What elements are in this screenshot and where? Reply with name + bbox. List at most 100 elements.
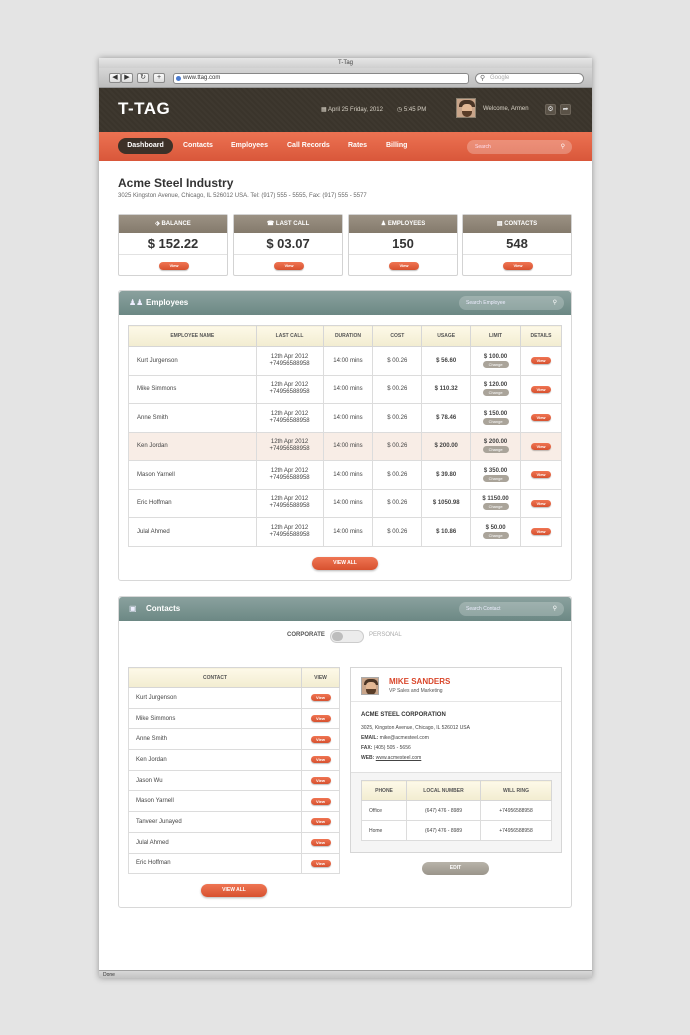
view-details-button[interactable]: View [531, 414, 552, 422]
view-contact-button[interactable]: View [310, 715, 331, 723]
change-limit-button[interactable]: Change [482, 446, 509, 454]
employee-name[interactable]: Ken Jordan [128, 431, 257, 461]
employee-name[interactable]: Kurt Jurgenson [128, 346, 257, 376]
change-limit-button[interactable]: Change [482, 417, 509, 425]
stat-contacts-view-button[interactable]: View [503, 262, 533, 270]
contacts-view-all-button[interactable]: VIEW ALL [201, 884, 267, 897]
change-limit-button[interactable]: Change [482, 531, 509, 539]
contact-web-link[interactable]: www.acmesteel.com [376, 755, 422, 761]
table-row[interactable]: Ken Jordan 12th Apr 2012 +74956588958 14:00… [128, 431, 562, 461]
view-contact-button[interactable]: View [310, 859, 331, 867]
contact-email[interactable]: mike@acmesteel.com [380, 735, 429, 741]
status-bar: Done [99, 970, 592, 978]
view-contact-button[interactable]: View [310, 839, 331, 847]
list-item[interactable]: Tanveer Junayed View [128, 811, 340, 833]
browser-search-input[interactable]: ⚲ Google [475, 73, 584, 84]
app-logo[interactable]: T-TAG [118, 99, 170, 119]
contact-name-cell[interactable]: Mason Yarnell [128, 790, 302, 813]
toggle-knob[interactable] [332, 632, 343, 641]
col-view[interactable]: VIEW [301, 667, 340, 688]
list-item[interactable]: Eric Hoffman View [128, 852, 340, 875]
stat-balance-view-button[interactable]: View [159, 262, 189, 270]
time-display: ◷ 5:45 PM [397, 106, 426, 113]
employee-name[interactable]: Anne Smith [128, 403, 257, 433]
employee-name[interactable]: Mike Simmons [128, 374, 257, 404]
contact-name-cell[interactable]: Mike Simmons [128, 707, 302, 730]
change-limit-button[interactable]: Change [482, 474, 509, 482]
col-cost[interactable]: COST [372, 325, 423, 347]
employees-view-all-button[interactable]: VIEW ALL [312, 557, 378, 570]
change-limit-button[interactable]: Change [482, 389, 509, 397]
contact-name-cell[interactable]: Kurt Jurgenson [128, 687, 302, 709]
view-details-button[interactable]: View [531, 357, 552, 365]
list-item[interactable]: Kurt Jurgenson View [128, 687, 340, 709]
view-details-button[interactable]: View [531, 442, 552, 450]
col-details[interactable]: DETAILS [520, 325, 562, 347]
col-last-call[interactable]: LAST CALL [255, 325, 324, 347]
employee-search-input[interactable]: Search Employee ⚲ [459, 296, 564, 310]
contact-name-cell[interactable]: Eric Hoffman [128, 852, 302, 875]
contact-photo [361, 677, 379, 695]
table-row[interactable]: Julal Ahmed 12th Apr 2012 +74956588958 14:0… [128, 517, 562, 547]
view-contact-button[interactable]: View [310, 797, 331, 805]
nav-billing[interactable]: Billing [386, 142, 407, 149]
forward-icon[interactable]: ▶ [121, 73, 133, 83]
list-item[interactable]: Julal Ahmed View [128, 831, 340, 854]
view-contact-button[interactable]: View [310, 777, 331, 785]
col-limit[interactable]: LIMIT [470, 325, 522, 347]
contact-name-cell[interactable]: Julal Ahmed [128, 831, 302, 854]
view-contact-button[interactable]: View [310, 735, 331, 743]
table-row[interactable]: Eric Hoffman 12th Apr 2012 +74956588958 14:… [128, 488, 562, 518]
cost-cell: $ 00.26 [372, 488, 423, 518]
table-row[interactable]: Mason Yarnell 12th Apr 2012 +74956588958 14… [128, 460, 562, 490]
employee-name[interactable]: Eric Hoffman [128, 488, 257, 518]
stat-last-call-view-button[interactable]: View [274, 262, 304, 270]
avatar[interactable] [456, 98, 476, 118]
table-row[interactable]: Mike Simmons 12th Apr 2012 +74956588958 14:… [128, 374, 562, 404]
contact-name-cell[interactable]: Anne Smith [128, 728, 302, 751]
logout-icon[interactable]: ➦ [560, 104, 571, 115]
reload-icon[interactable]: ↻ [137, 73, 149, 83]
nav-contacts[interactable]: Contacts [183, 142, 213, 149]
view-details-button[interactable]: View [531, 471, 552, 479]
list-item[interactable]: Ken Jordan View [128, 749, 340, 771]
nav-search-input[interactable]: Search ⚲ [467, 140, 572, 154]
col-duration[interactable]: DURATION [322, 325, 374, 347]
back-icon[interactable]: ◀ [109, 73, 121, 83]
view-contact-button[interactable]: View [310, 756, 331, 764]
list-item[interactable]: Mason Yarnell View [128, 790, 340, 813]
add-tab-icon[interactable]: + [153, 73, 165, 83]
table-row[interactable]: Kurt Jurgenson 12th Apr 2012 +74956588958 1… [128, 346, 562, 376]
nav-employees[interactable]: Employees [231, 142, 268, 149]
list-item[interactable]: Anne Smith View [128, 728, 340, 751]
table-row[interactable]: Anne Smith 12th Apr 2012 +74956588958 14:00… [128, 403, 562, 433]
url-bar[interactable]: www.ttag.com [173, 73, 469, 84]
stat-employees-view-button[interactable]: View [389, 262, 419, 270]
stat-contacts: ▤ CONTACTS 548 View [462, 214, 572, 276]
view-details-button[interactable]: View [531, 528, 552, 536]
view-contact-button[interactable]: View [310, 818, 331, 826]
col-contact[interactable]: CONTACT [128, 667, 302, 688]
col-usage[interactable]: USAGE [421, 325, 472, 347]
settings-gear-icon[interactable]: ⚙ [545, 104, 556, 115]
contact-search-input[interactable]: Search Contact ⚲ [459, 602, 564, 616]
employee-name[interactable]: Julal Ahmed [128, 517, 257, 547]
nav-dashboard[interactable]: Dashboard [118, 138, 173, 154]
list-item[interactable]: Jason Wu View [128, 769, 340, 792]
contact-name-cell[interactable]: Jason Wu [128, 769, 302, 792]
view-details-button[interactable]: View [531, 385, 552, 393]
edit-contact-button[interactable]: EDIT [422, 862, 489, 875]
contact-name-cell[interactable]: Tanveer Junayed [128, 811, 302, 833]
col-local-number: LOCAL NUMBER [406, 780, 481, 801]
nav-call-records[interactable]: Call Records [287, 142, 330, 149]
list-item[interactable]: Mike Simmons View [128, 707, 340, 730]
nav-rates[interactable]: Rates [348, 142, 367, 149]
change-limit-button[interactable]: Change [482, 360, 509, 368]
corporate-personal-toggle[interactable] [330, 630, 364, 643]
col-employee-name[interactable]: EMPLOYEE NAME [128, 325, 257, 347]
employee-name[interactable]: Mason Yarnell [128, 460, 257, 490]
view-details-button[interactable]: View [531, 499, 552, 507]
view-contact-button[interactable]: View [310, 694, 331, 702]
change-limit-button[interactable]: Change [482, 503, 509, 511]
contact-name-cell[interactable]: Ken Jordan [128, 749, 302, 771]
